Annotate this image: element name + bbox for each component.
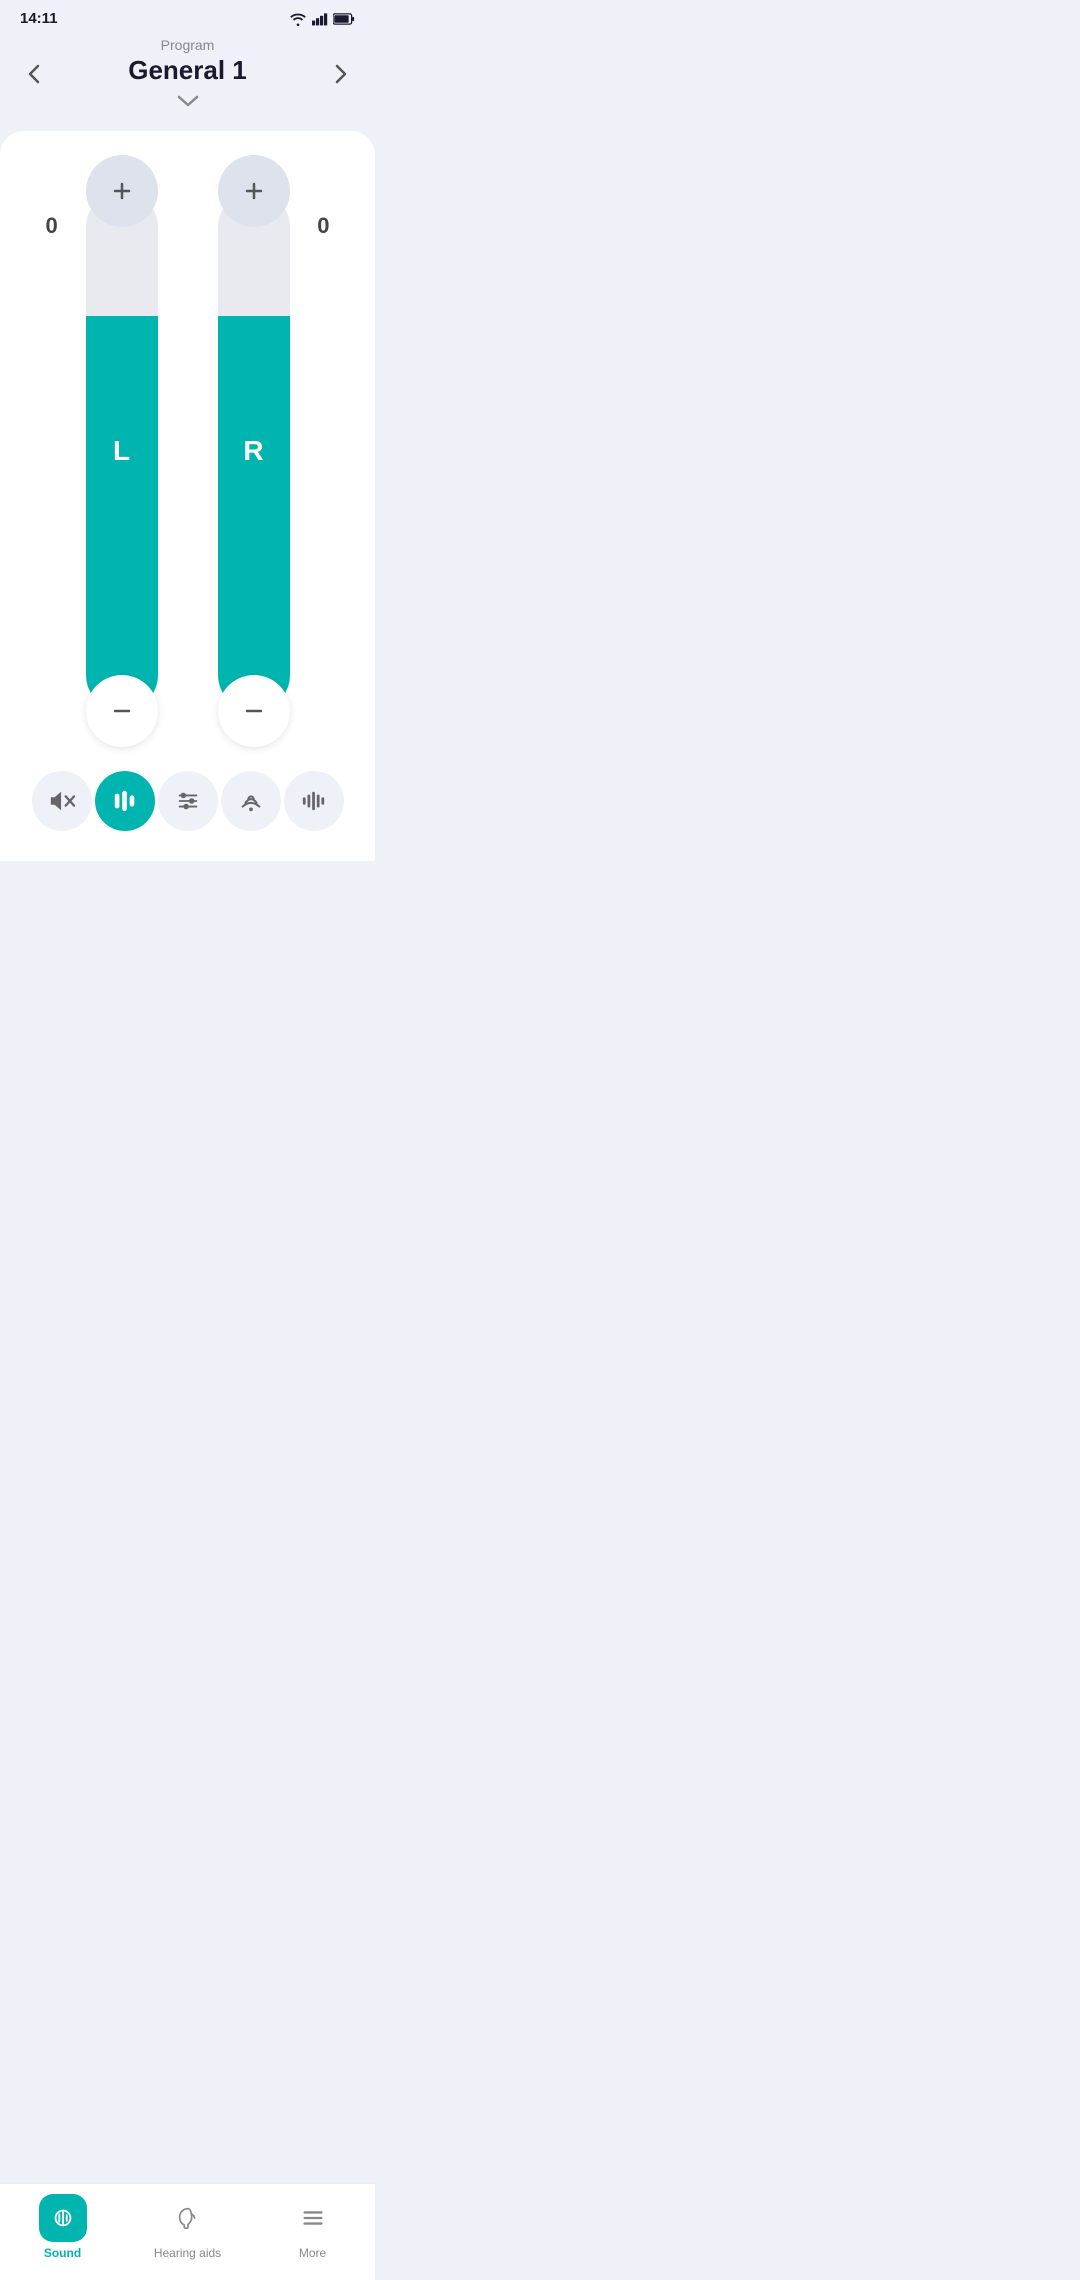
mute-icon bbox=[49, 788, 75, 814]
right-slider-fill bbox=[218, 316, 290, 711]
nav-item-sound[interactable]: Sound bbox=[0, 2194, 125, 2260]
more-icon bbox=[300, 2205, 326, 2231]
left-volume-up-button[interactable] bbox=[86, 155, 158, 227]
status-icons bbox=[289, 12, 355, 26]
waves-icon bbox=[301, 788, 327, 814]
hearing-aids-icon-wrap bbox=[164, 2194, 212, 2242]
signal-icon bbox=[312, 12, 328, 26]
chevron-down-icon[interactable] bbox=[20, 90, 355, 113]
status-bar: 14:11 bbox=[0, 0, 375, 31]
main-content: 0 L 0 bbox=[0, 131, 375, 861]
right-slider-wrapper: 0 R bbox=[218, 191, 290, 711]
nav-item-more[interactable]: More bbox=[250, 2194, 375, 2260]
battery-icon bbox=[333, 13, 355, 25]
left-slider-track[interactable]: L bbox=[86, 191, 158, 711]
bottom-nav: Sound Hearing aids More bbox=[0, 2183, 375, 2280]
wifi-icon bbox=[289, 12, 307, 26]
sound-nav-label: Sound bbox=[44, 2246, 81, 2260]
header: Program General 1 bbox=[0, 31, 375, 123]
stream-button[interactable] bbox=[221, 771, 281, 831]
more-nav-label: More bbox=[299, 2246, 326, 2260]
hearing-aids-icon bbox=[175, 2205, 201, 2231]
left-volume-down-button[interactable] bbox=[86, 675, 158, 747]
sound-icon-wrap bbox=[39, 2194, 87, 2242]
right-slider-label: R bbox=[243, 435, 263, 467]
volume-bars-button[interactable] bbox=[95, 771, 155, 831]
status-time: 14:11 bbox=[20, 10, 58, 27]
left-slider-wrapper: 0 L bbox=[86, 191, 158, 711]
right-volume-up-button[interactable] bbox=[218, 155, 290, 227]
nav-left-button[interactable] bbox=[20, 56, 48, 98]
right-slider-track[interactable]: R bbox=[218, 191, 290, 711]
quick-controls bbox=[20, 751, 355, 841]
page-title: General 1 bbox=[20, 55, 355, 86]
stream-icon bbox=[238, 788, 264, 814]
hearing-aids-nav-label: Hearing aids bbox=[154, 2246, 221, 2260]
sliders-container: 0 L 0 bbox=[20, 171, 355, 711]
right-slider-value: 0 bbox=[317, 213, 329, 239]
right-volume-down-button[interactable] bbox=[218, 675, 290, 747]
mute-button[interactable] bbox=[32, 771, 92, 831]
nav-item-hearing-aids[interactable]: Hearing aids bbox=[125, 2194, 250, 2260]
nav-right-button[interactable] bbox=[327, 56, 355, 98]
more-icon-wrap bbox=[289, 2194, 337, 2242]
equalizer-icon bbox=[175, 788, 201, 814]
left-slider-label: L bbox=[113, 435, 130, 467]
volume-bars-icon bbox=[112, 788, 138, 814]
equalizer-button[interactable] bbox=[158, 771, 218, 831]
sound-icon bbox=[50, 2205, 76, 2231]
left-slider-fill bbox=[86, 316, 158, 711]
waves-button[interactable] bbox=[284, 771, 344, 831]
left-slider-value: 0 bbox=[46, 213, 58, 239]
program-label: Program bbox=[20, 37, 355, 53]
